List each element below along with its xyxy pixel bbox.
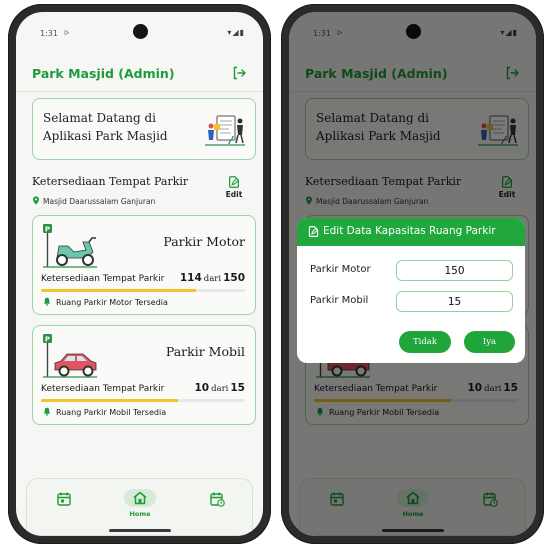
capacity-label: Ketersediaan Tempat Parkir — [41, 274, 165, 284]
capacity-available: 10 — [194, 382, 210, 394]
signal-battery-icon: ▾◢▮ — [227, 28, 245, 37]
availability-status: Ruang Parkir Motor Tersedia — [43, 297, 168, 307]
home-indicator-pill — [124, 489, 156, 507]
location-pin-icon — [32, 196, 40, 205]
edit-capacity-dialog: Edit Data Kapasitas Ruang Parkir Parkir … — [297, 218, 525, 363]
nav-calendar[interactable] — [47, 489, 81, 519]
mobil-capacity-label: Parkir Mobil — [310, 295, 369, 306]
mobil-capacity-input[interactable] — [396, 291, 513, 312]
welcome-illustration-icon — [203, 113, 247, 149]
parking-card-title: Parkir Mobil — [165, 344, 245, 359]
phone-frame-dialog: 1:31 ᐅ ▾◢▮ Park Masjid (Admin) Selamat D… — [281, 4, 544, 544]
nav-home[interactable]: Home — [123, 489, 157, 519]
parking-card-mobil: Parkir Mobil Ketersediaan Tempat Parkir … — [32, 325, 256, 425]
play-icon: ᐅ — [64, 29, 70, 37]
location-line: Masjid Daarussalam Ganjuran — [32, 196, 155, 206]
gesture-bar — [108, 529, 171, 532]
capacity-label: Ketersediaan Tempat Parkir — [41, 384, 165, 394]
bell-icon — [43, 407, 51, 416]
availability-text: Ruang Parkir Motor Tersedia — [56, 298, 168, 307]
dialog-header: Edit Data Kapasitas Ruang Parkir — [297, 218, 525, 246]
capacity-available: 114 — [179, 272, 202, 284]
section-title: Ketersediaan Tempat Parkir — [32, 175, 189, 188]
parking-card-title: Parkir Motor — [163, 234, 245, 249]
parking-card-motor: Parkir Motor Ketersediaan Tempat Parkir … — [32, 215, 256, 315]
capacity-total: 150 — [223, 272, 245, 284]
nav-schedule[interactable] — [200, 489, 234, 519]
camera-cutout — [132, 24, 148, 39]
location-text: Masjid Daarussalam Ganjuran — [43, 197, 156, 206]
cancel-button[interactable]: Tidak — [399, 331, 451, 353]
confirm-button[interactable]: Iya — [464, 331, 515, 353]
capacity-value: 10dari15 — [194, 382, 245, 394]
field-row-motor: Parkir Motor — [310, 260, 513, 282]
field-row-mobil: Parkir Mobil — [310, 291, 513, 313]
calendar-icon — [56, 491, 72, 507]
capacity-progress-fill — [41, 289, 197, 292]
welcome-line-1: Selamat Datang di — [43, 111, 156, 125]
capacity-dari: dari — [203, 274, 222, 284]
calendar-clock-icon — [209, 491, 225, 507]
availability-text: Ruang Parkir Mobil Tersedia — [56, 408, 167, 417]
edit-label: Edit — [225, 190, 243, 199]
nav-home-label: Home — [129, 510, 151, 518]
status-time: 1:31 — [40, 29, 58, 38]
capacity-value: 114 dari 150 — [180, 272, 245, 284]
app-bar: Park Masjid (Admin) — [16, 58, 263, 92]
availability-status: Ruang Parkir Mobil Tersedia — [43, 407, 166, 417]
car-parking-icon — [41, 332, 99, 380]
capacity-progress-bar — [41, 399, 245, 402]
capacity-progress-fill — [41, 399, 178, 402]
capacity-dari: dari — [211, 384, 229, 394]
welcome-card: Selamat Datang di Aplikasi Park Masjid — [32, 98, 256, 160]
logout-icon[interactable] — [231, 65, 247, 81]
dialog-title: Edit Data Kapasitas Ruang Parkir — [323, 225, 496, 237]
home-screen-with-dialog: 1:31 ᐅ ▾◢▮ Park Masjid (Admin) Selamat D… — [289, 12, 536, 536]
edit-icon — [227, 175, 241, 189]
scooter-parking-icon — [41, 222, 99, 270]
home-icon — [132, 490, 148, 506]
edit-button[interactable]: Edit — [223, 175, 245, 199]
edit-icon — [308, 226, 319, 237]
home-screen: 1:31 ᐅ ▾◢▮ Park Masjid (Admin) Selamat D… — [16, 12, 263, 536]
motor-capacity-input[interactable] — [396, 260, 513, 281]
capacity-total: 15 — [230, 382, 245, 394]
capacity-progress-bar — [41, 289, 245, 292]
bell-icon — [43, 297, 51, 306]
motor-capacity-label: Parkir Motor — [310, 264, 371, 275]
app-title: Park Masjid (Admin) — [32, 66, 175, 81]
phone-frame-home: 1:31 ᐅ ▾◢▮ Park Masjid (Admin) Selamat D… — [8, 4, 271, 544]
welcome-line-2: Aplikasi Park Masjid — [43, 129, 168, 143]
bottom-nav: Home — [26, 478, 253, 536]
status-bar: 1:31 ᐅ ▾◢▮ — [16, 12, 263, 52]
